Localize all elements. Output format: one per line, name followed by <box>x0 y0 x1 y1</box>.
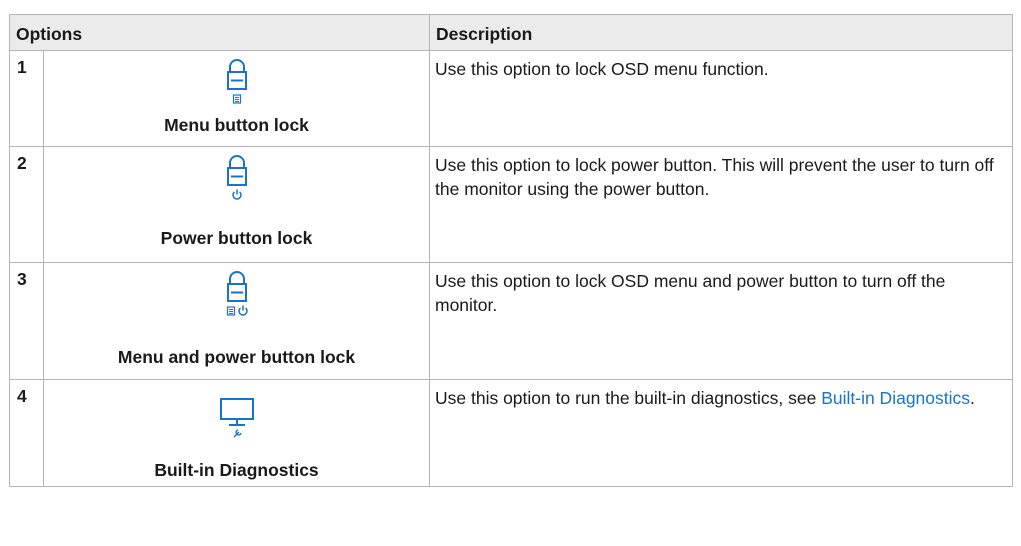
table-row: 3 Menu and power button lock Use this op… <box>9 262 1013 380</box>
description-suffix: . <box>970 388 975 408</box>
option-cell: Built-in Diagnostics <box>43 379 430 487</box>
option-label: Power button lock <box>160 228 313 248</box>
table-row: 1 Menu button lock Use this option to lo… <box>9 50 1013 147</box>
menu-and-power-button-lock-icon <box>44 263 429 327</box>
table-row: 2 Power button lock Use this option to l… <box>9 146 1013 263</box>
row-number: 2 <box>9 146 44 263</box>
row-number: 4 <box>9 379 44 487</box>
power-button-lock-icon <box>44 147 429 211</box>
header-row: Options Description <box>9 14 1013 51</box>
row-number: 3 <box>9 262 44 380</box>
description-header: Description <box>429 14 1013 51</box>
options-table: Options Description 1 Menu button lock U… <box>9 14 1013 487</box>
option-label: Built-in Diagnostics <box>154 460 319 480</box>
built-in-diagnostics-link[interactable]: Built-in Diagnostics <box>821 388 970 408</box>
option-cell: Menu and power button lock <box>43 262 430 380</box>
option-cell: Power button lock <box>43 146 430 263</box>
option-cell: Menu button lock <box>43 50 430 147</box>
option-description: Use this option to lock power button. Th… <box>429 146 1013 263</box>
options-header: Options <box>9 14 430 51</box>
description-text: Use this option to run the built-in diag… <box>435 388 822 408</box>
option-description: Use this option to run the built-in diag… <box>429 379 1013 487</box>
table-row: 4 Built-in Diagnostics Use this option t… <box>9 379 1013 487</box>
menu-button-lock-icon <box>44 51 429 115</box>
option-label: Menu button lock <box>164 115 309 135</box>
option-description: Use this option to lock OSD menu and pow… <box>429 262 1013 380</box>
option-label: Menu and power button lock <box>117 347 356 367</box>
built-in-diagnostics-icon <box>44 380 429 444</box>
row-number: 1 <box>9 50 44 147</box>
option-description: Use this option to lock OSD menu functio… <box>429 50 1013 147</box>
